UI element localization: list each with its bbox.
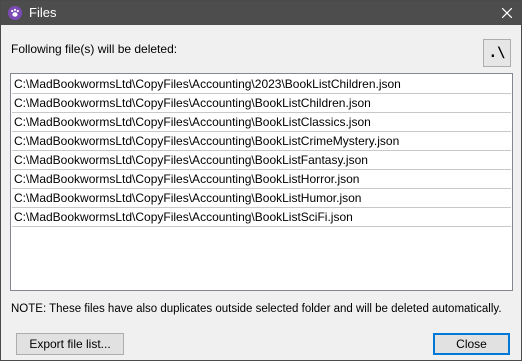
window-title: Files bbox=[29, 5, 57, 20]
file-list-item[interactable]: C:\MadBookwormsLtd\CopyFiles\Accounting\… bbox=[12, 151, 511, 170]
file-list-item[interactable]: C:\MadBookwormsLtd\CopyFiles\Accounting\… bbox=[12, 132, 511, 151]
file-list-item[interactable]: C:\MadBookwormsLtd\CopyFiles\Accounting\… bbox=[12, 208, 511, 227]
file-list-item[interactable]: C:\MadBookwormsLtd\CopyFiles\Accounting\… bbox=[12, 94, 511, 113]
close-window-button[interactable] bbox=[493, 1, 521, 25]
duplicates-note: NOTE: These files have also duplicates o… bbox=[11, 303, 502, 315]
files-heading: Following file(s) will be deleted: bbox=[11, 42, 178, 56]
file-list-item[interactable]: C:\MadBookwormsLtd\CopyFiles\Accounting\… bbox=[12, 75, 511, 94]
export-file-list-button[interactable]: Export file list... bbox=[16, 333, 124, 355]
path-toggle-button[interactable]: .\ bbox=[483, 39, 511, 67]
file-list-item[interactable]: C:\MadBookwormsLtd\CopyFiles\Accounting\… bbox=[12, 170, 511, 189]
file-list[interactable]: C:\MadBookwormsLtd\CopyFiles\Accounting\… bbox=[10, 73, 513, 291]
app-logo-icon bbox=[8, 6, 22, 20]
title-bar[interactable]: Files bbox=[1, 1, 521, 25]
file-list-item[interactable]: C:\MadBookwormsLtd\CopyFiles\Accounting\… bbox=[12, 189, 511, 208]
close-button[interactable]: Close bbox=[433, 333, 510, 355]
file-list-item[interactable]: C:\MadBookwormsLtd\CopyFiles\Accounting\… bbox=[12, 113, 511, 132]
files-dialog: Files Following file(s) will be deleted:… bbox=[0, 0, 522, 361]
close-icon bbox=[502, 8, 512, 18]
